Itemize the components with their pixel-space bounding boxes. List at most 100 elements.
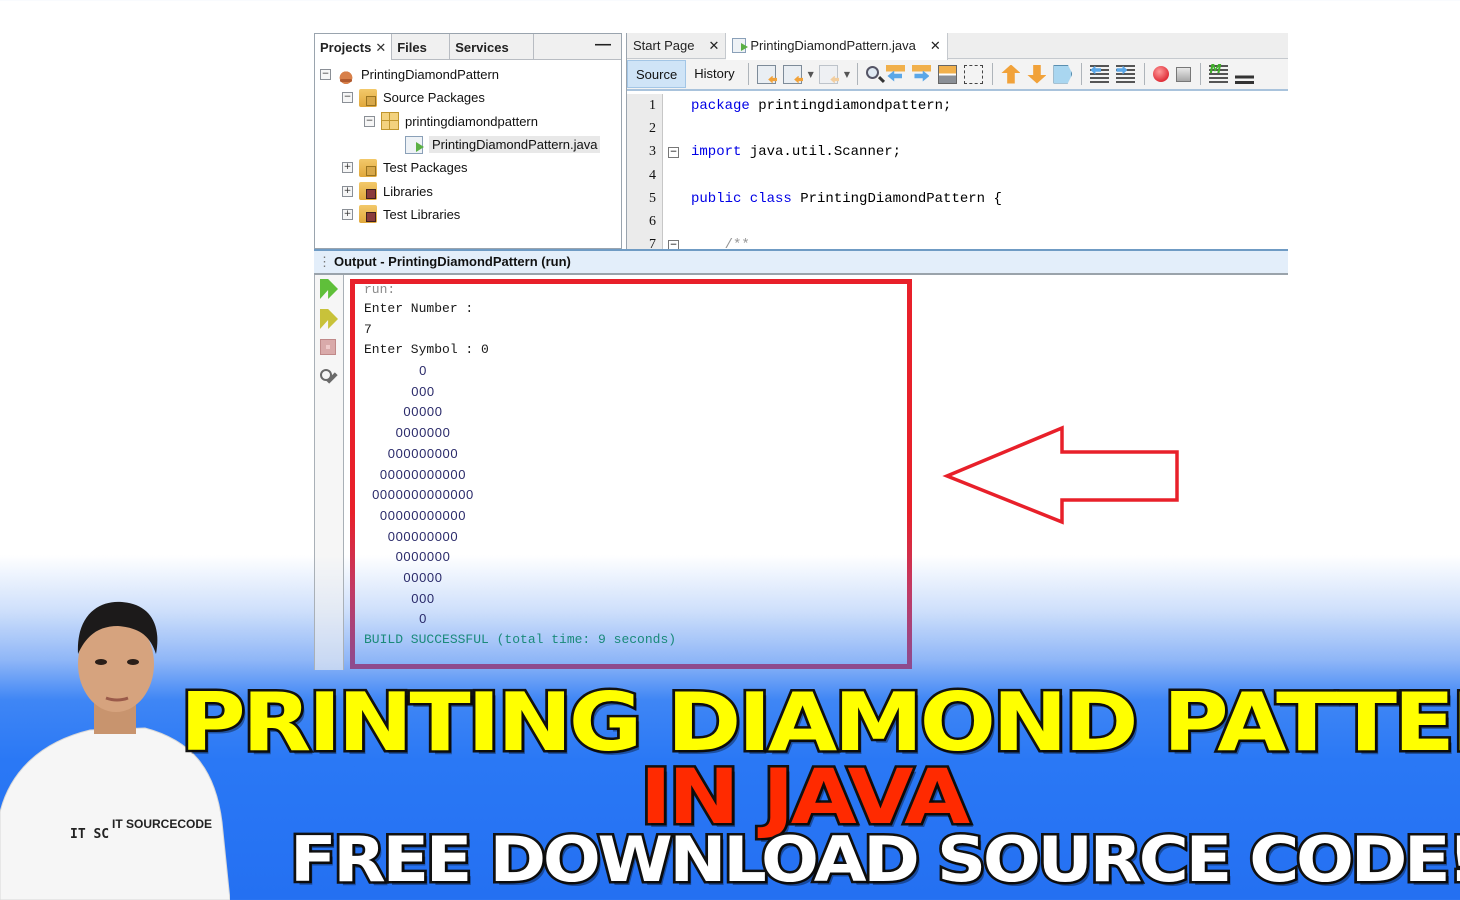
pattern-row: 0 (419, 363, 427, 379)
toggle-bookmark-icon[interactable] (1053, 64, 1073, 84)
tree-item-test-libraries[interactable]: + Test Libraries (315, 203, 621, 226)
code-line: 7 − /** (627, 234, 1288, 249)
forward-icon[interactable] (819, 64, 839, 84)
pattern-row: 0000000 (395, 425, 451, 441)
console-run-label: run: (364, 282, 396, 297)
expand-icon[interactable]: + (342, 185, 353, 197)
output-panel-header[interactable]: ⋮ Output - PrintingDiamondPattern (run) (314, 249, 1288, 275)
find-icon[interactable] (866, 65, 880, 79)
tree-item-project[interactable]: − PrintingDiamondPattern (315, 63, 621, 86)
minimize-icon: — (595, 36, 611, 53)
close-icon[interactable]: ✕ (708, 38, 719, 54)
tab-java-file-label: PrintingDiamondPattern.java (750, 38, 916, 53)
shift-left-icon[interactable] (1090, 64, 1110, 84)
tree-item-label: PrintingDiamondPattern (361, 67, 500, 83)
tab-services[interactable]: Services (450, 34, 535, 60)
collapse-icon[interactable]: − (342, 92, 353, 104)
pattern-row: 000000000 (387, 528, 459, 544)
toolbar-divider (856, 63, 858, 85)
pattern-row: 000000000 (387, 445, 459, 461)
tab-start-page[interactable]: Start Page ✕ (627, 33, 727, 59)
tab-services-label: Services (455, 40, 509, 55)
close-icon[interactable]: ✕ (375, 40, 386, 55)
expand-icon[interactable]: + (342, 208, 353, 220)
last-edit-icon[interactable] (757, 64, 777, 84)
java-file-icon (405, 135, 424, 154)
code-area[interactable]: 1 package printingdiamondpattern; 2 3− i… (627, 94, 1288, 249)
uncomment-icon[interactable] (1235, 64, 1255, 84)
tree-item-label: Test Libraries (383, 206, 461, 222)
close-icon[interactable]: ✕ (930, 38, 941, 54)
tab-start-page-label: Start Page (633, 38, 695, 53)
find-previous-icon[interactable] (886, 64, 906, 84)
drag-grip-icon[interactable]: ⋮ (318, 254, 331, 269)
dropdown-icon[interactable]: ▼ (808, 70, 814, 79)
fold-icon[interactable]: − (668, 146, 679, 158)
output-console-highlight[interactable]: run: Enter Number : 7 Enter Symbol : 0 0… (350, 279, 912, 669)
comment-text: /** (691, 237, 750, 249)
shift-right-icon[interactable] (1116, 64, 1136, 84)
find-next-icon[interactable] (912, 64, 932, 84)
collapse-icon[interactable]: − (320, 69, 331, 81)
tree-item-source-packages[interactable]: − Source Packages (315, 86, 621, 109)
console-build-result: BUILD SUCCESSFUL (total time: 9 seconds) (364, 632, 677, 647)
code-line: 3− import java.util.Scanner; (627, 141, 1288, 164)
comment-icon[interactable] (1209, 62, 1229, 84)
keyword: package (691, 97, 750, 114)
tree-item-test-packages[interactable]: + Test Packages (315, 156, 621, 179)
source-folder-icon (359, 88, 377, 107)
tab-java-file[interactable]: PrintingDiamondPattern.java ✕ (726, 33, 948, 60)
code-line: 1 package printingdiamondpattern; (627, 94, 1288, 117)
rerun-icon[interactable] (320, 279, 338, 299)
code-line: 6 (627, 210, 1288, 233)
code-editor: Start Page ✕ PrintingDiamondPattern.java ✕… (626, 33, 1288, 249)
code-line: 2 (627, 117, 1288, 140)
code-text: printingdiamondpattern; (749, 97, 952, 114)
pattern-row: 000 (411, 383, 435, 399)
pattern-row: 00000000000 (379, 507, 467, 523)
tree-item-package[interactable]: − printingdiamondpattern (315, 110, 621, 133)
line-number: 7 (649, 237, 656, 249)
line-number: 5 (649, 190, 656, 206)
rectangular-select-icon[interactable] (964, 64, 984, 84)
console-prompt-number: Enter Number : (364, 301, 474, 316)
minimize-button[interactable]: — (534, 34, 621, 60)
tab-files-label: Files (397, 40, 427, 55)
source-view-button[interactable]: Source (627, 60, 687, 88)
next-bookmark-icon[interactable] (1027, 64, 1047, 84)
netbeans-ide-window: Projects ✕ Files Services — − PrintingDia… (314, 33, 1288, 670)
editor-tab-bar: Start Page ✕ PrintingDiamondPattern.java ✕ (627, 33, 1288, 60)
left-eye (95, 659, 107, 665)
shirt-logo: IT SC (70, 827, 109, 842)
pattern-row: 000 (411, 590, 435, 606)
back-icon[interactable] (783, 64, 803, 84)
previous-bookmark-icon[interactable] (1001, 64, 1021, 84)
pattern-row: 0000000 (395, 549, 451, 565)
history-view-button[interactable]: History (686, 60, 742, 88)
tab-files[interactable]: Files (392, 34, 451, 60)
banner-title-line3: FREE DOWNLOAD SOURCE CODE! (287, 821, 1460, 899)
library-folder-icon (359, 205, 377, 224)
right-eye (127, 659, 139, 665)
tree-item-java-file[interactable]: PrintingDiamondPattern.java (315, 133, 621, 156)
settings-icon[interactable] (320, 369, 338, 389)
dropdown-icon[interactable]: ▼ (844, 70, 850, 79)
stop-macro-icon[interactable] (1176, 66, 1192, 82)
console-input-number: 7 (364, 321, 372, 337)
code-line: 4 (627, 164, 1288, 187)
stop-icon[interactable] (320, 339, 336, 355)
collapse-icon[interactable]: − (364, 115, 375, 127)
pattern-row: 00000 (403, 569, 443, 585)
rerun-with-args-icon[interactable] (320, 309, 338, 329)
toggle-highlight-icon[interactable] (938, 64, 958, 84)
start-macro-icon[interactable] (1153, 66, 1170, 82)
expand-icon[interactable]: + (342, 162, 353, 174)
output-side-toolbar (314, 275, 344, 670)
fold-icon[interactable]: − (668, 239, 679, 249)
tab-projects[interactable]: Projects ✕ (315, 34, 393, 60)
tree-item-libraries[interactable]: + Libraries (315, 179, 621, 202)
tree-item-label: Libraries (383, 183, 433, 199)
shirt-brand: IT SOURCECODE (112, 817, 212, 831)
line-number: 1 (649, 97, 656, 113)
toolbar-divider (1143, 63, 1145, 85)
